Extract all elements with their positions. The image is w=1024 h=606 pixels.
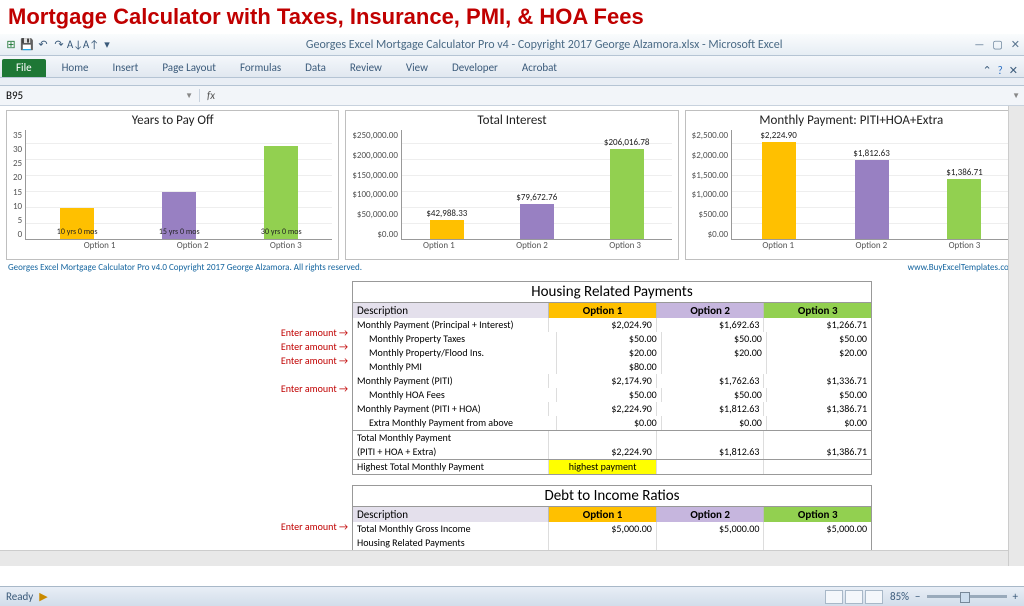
chart-title: Total Interest — [352, 113, 671, 128]
sort-asc-icon[interactable]: A↓ — [68, 38, 82, 52]
tab-insert[interactable]: Insert — [101, 58, 151, 77]
doc-close-icon[interactable]: ✕ — [1009, 64, 1018, 77]
minimize-ribbon-icon[interactable]: ⌃ — [982, 64, 991, 77]
tab-acrobat[interactable]: Acrobat — [510, 58, 569, 77]
table-row[interactable]: Monthly Payment (Principal + Interest)$2… — [353, 318, 871, 332]
formula-bar-row: B95▼ fx ▼ — [0, 86, 1024, 106]
file-tab[interactable]: File — [2, 59, 46, 77]
tab-formulas[interactable]: Formulas — [228, 58, 293, 77]
ribbon-tabs: File Home Insert Page Layout Formulas Da… — [0, 56, 1024, 78]
titlebar: ⊞ 💾 ↶ ↷ A↓ A↑ ▾ Georges Excel Mortgage C… — [0, 34, 1024, 56]
close-icon[interactable]: ✕ — [1011, 38, 1020, 51]
y-axis: $2,500.00$2,000.00$1,500.00$1,000.00$500… — [692, 130, 731, 240]
zoom-level[interactable]: 85% — [890, 590, 909, 603]
table-header-row: Description Option 1 Option 2 Option 3 — [353, 507, 871, 522]
page-break-view-icon[interactable] — [865, 590, 883, 604]
tab-developer[interactable]: Developer — [440, 58, 510, 77]
y-axis: $250,000.00$200,000.00$150,000.00$100,00… — [352, 130, 401, 240]
plot-area: $42,988.33$79,672.76$206,016.78 — [401, 130, 672, 240]
window-title: Georges Excel Mortgage Calculator Pro v4… — [114, 38, 974, 52]
table-header-row: Description Option 1 Option 2 Option 3 — [353, 303, 871, 318]
table-title: Housing Related Payments — [353, 282, 871, 303]
x-axis: Option 1Option 2Option 3 — [53, 240, 332, 251]
undo-icon[interactable]: ↶ — [36, 38, 50, 52]
table-row[interactable]: Extra Monthly Payment from above$0.00$0.… — [353, 416, 871, 430]
zoom-slider[interactable] — [927, 595, 1007, 598]
housing-payments-table[interactable]: Housing Related Payments Description Opt… — [352, 281, 872, 475]
fx-icon[interactable]: fx — [200, 89, 222, 102]
debt-income-table[interactable]: Debt to Income Ratios Description Option… — [352, 485, 872, 551]
vertical-scrollbar[interactable] — [1008, 106, 1024, 566]
y-axis: 35302520151050 — [13, 130, 25, 240]
tab-home[interactable]: Home — [50, 58, 101, 77]
prompt-column: Enter amount → Enter amount → Enter amou… — [152, 281, 352, 551]
excel-icon: ⊞ — [4, 38, 18, 52]
worksheet-area[interactable]: Years to Pay Off 35302520151050 10 yrs 0… — [0, 106, 1024, 566]
status-ready: Ready — [6, 590, 33, 603]
page-banner: Mortgage Calculator with Taxes, Insuranc… — [0, 0, 1024, 34]
qat-dropdown-icon[interactable]: ▾ — [100, 38, 114, 52]
tab-page-layout[interactable]: Page Layout — [150, 58, 228, 77]
tab-review[interactable]: Review — [338, 58, 394, 77]
total-row: Total Monthly Payment — [353, 430, 871, 445]
highest-row: Highest Total Monthly Payment highest pa… — [353, 459, 871, 474]
chevron-down-icon[interactable]: ▼ — [185, 91, 193, 101]
save-icon[interactable]: 💾 — [20, 38, 34, 52]
table-row[interactable]: Monthly PMI$80.00 — [353, 360, 871, 374]
horizontal-scrollbar[interactable] — [0, 550, 1008, 566]
status-bar: Ready ▶ 85% − + — [0, 586, 1024, 606]
table-row[interactable]: Monthly Payment (PITI + HOA)$2,224.90$1,… — [353, 402, 871, 416]
chart-years[interactable]: Years to Pay Off 35302520151050 10 yrs 0… — [6, 110, 339, 260]
help-icon[interactable]: ? — [998, 64, 1003, 77]
copyright-text: Georges Excel Mortgage Calculator Pro v4… — [8, 262, 362, 273]
table-row[interactable]: Monthly Property/Flood Ins.$20.00$20.00$… — [353, 346, 871, 360]
chart-monthly[interactable]: Monthly Payment: PITI+HOA+Extra $2,500.0… — [685, 110, 1018, 260]
table-row[interactable]: Total Monthly Gross Income$5,000.00$5,00… — [353, 522, 871, 536]
quick-access-toolbar: ⊞ 💾 ↶ ↷ A↓ A↑ ▾ — [4, 38, 114, 52]
tab-view[interactable]: View — [394, 58, 440, 77]
plot-area: $2,224.90$1,812.63$1,386.71 — [731, 130, 1011, 240]
website-link[interactable]: www.BuyExcelTemplates.com — [908, 262, 1016, 273]
normal-view-icon[interactable] — [825, 590, 843, 604]
name-box[interactable]: B95▼ — [0, 89, 200, 102]
total-row: (PITI + HOA + Extra) $2,224.90 $1,812.63… — [353, 445, 871, 459]
chart-interest[interactable]: Total Interest $250,000.00$200,000.00$15… — [345, 110, 678, 260]
x-axis: Option 1Option 2Option 3 — [392, 240, 671, 251]
page-layout-view-icon[interactable] — [845, 590, 863, 604]
chart-title: Monthly Payment: PITI+HOA+Extra — [692, 113, 1011, 128]
x-axis: Option 1Option 2Option 3 — [732, 240, 1011, 251]
table-row[interactable]: Monthly HOA Fees$50.00$50.00$50.00 — [353, 388, 871, 402]
macro-icon[interactable]: ▶ — [39, 590, 47, 603]
expand-formula-bar-icon[interactable]: ▼ — [1008, 91, 1024, 101]
tab-data[interactable]: Data — [293, 58, 338, 77]
zoom-out-icon[interactable]: − — [915, 590, 920, 603]
plot-area: 10 yrs 0 mos15 yrs 0 mos30 yrs 0 mos — [25, 130, 332, 240]
table-row[interactable]: Monthly Payment (PITI)$2,174.90$1,762.63… — [353, 374, 871, 388]
chart-title: Years to Pay Off — [13, 113, 332, 128]
sort-desc-icon[interactable]: A↑ — [84, 38, 98, 52]
zoom-in-icon[interactable]: + — [1013, 590, 1018, 603]
table-row[interactable]: Housing Related Payments — [353, 536, 871, 550]
table-title: Debt to Income Ratios — [353, 486, 871, 507]
table-row[interactable]: Monthly Property Taxes$50.00$50.00$50.00 — [353, 332, 871, 346]
maximize-icon[interactable]: ▢ — [992, 38, 1002, 51]
minimize-icon[interactable]: — — [974, 38, 984, 51]
redo-icon[interactable]: ↷ — [52, 38, 66, 52]
ribbon-body — [0, 78, 1024, 86]
